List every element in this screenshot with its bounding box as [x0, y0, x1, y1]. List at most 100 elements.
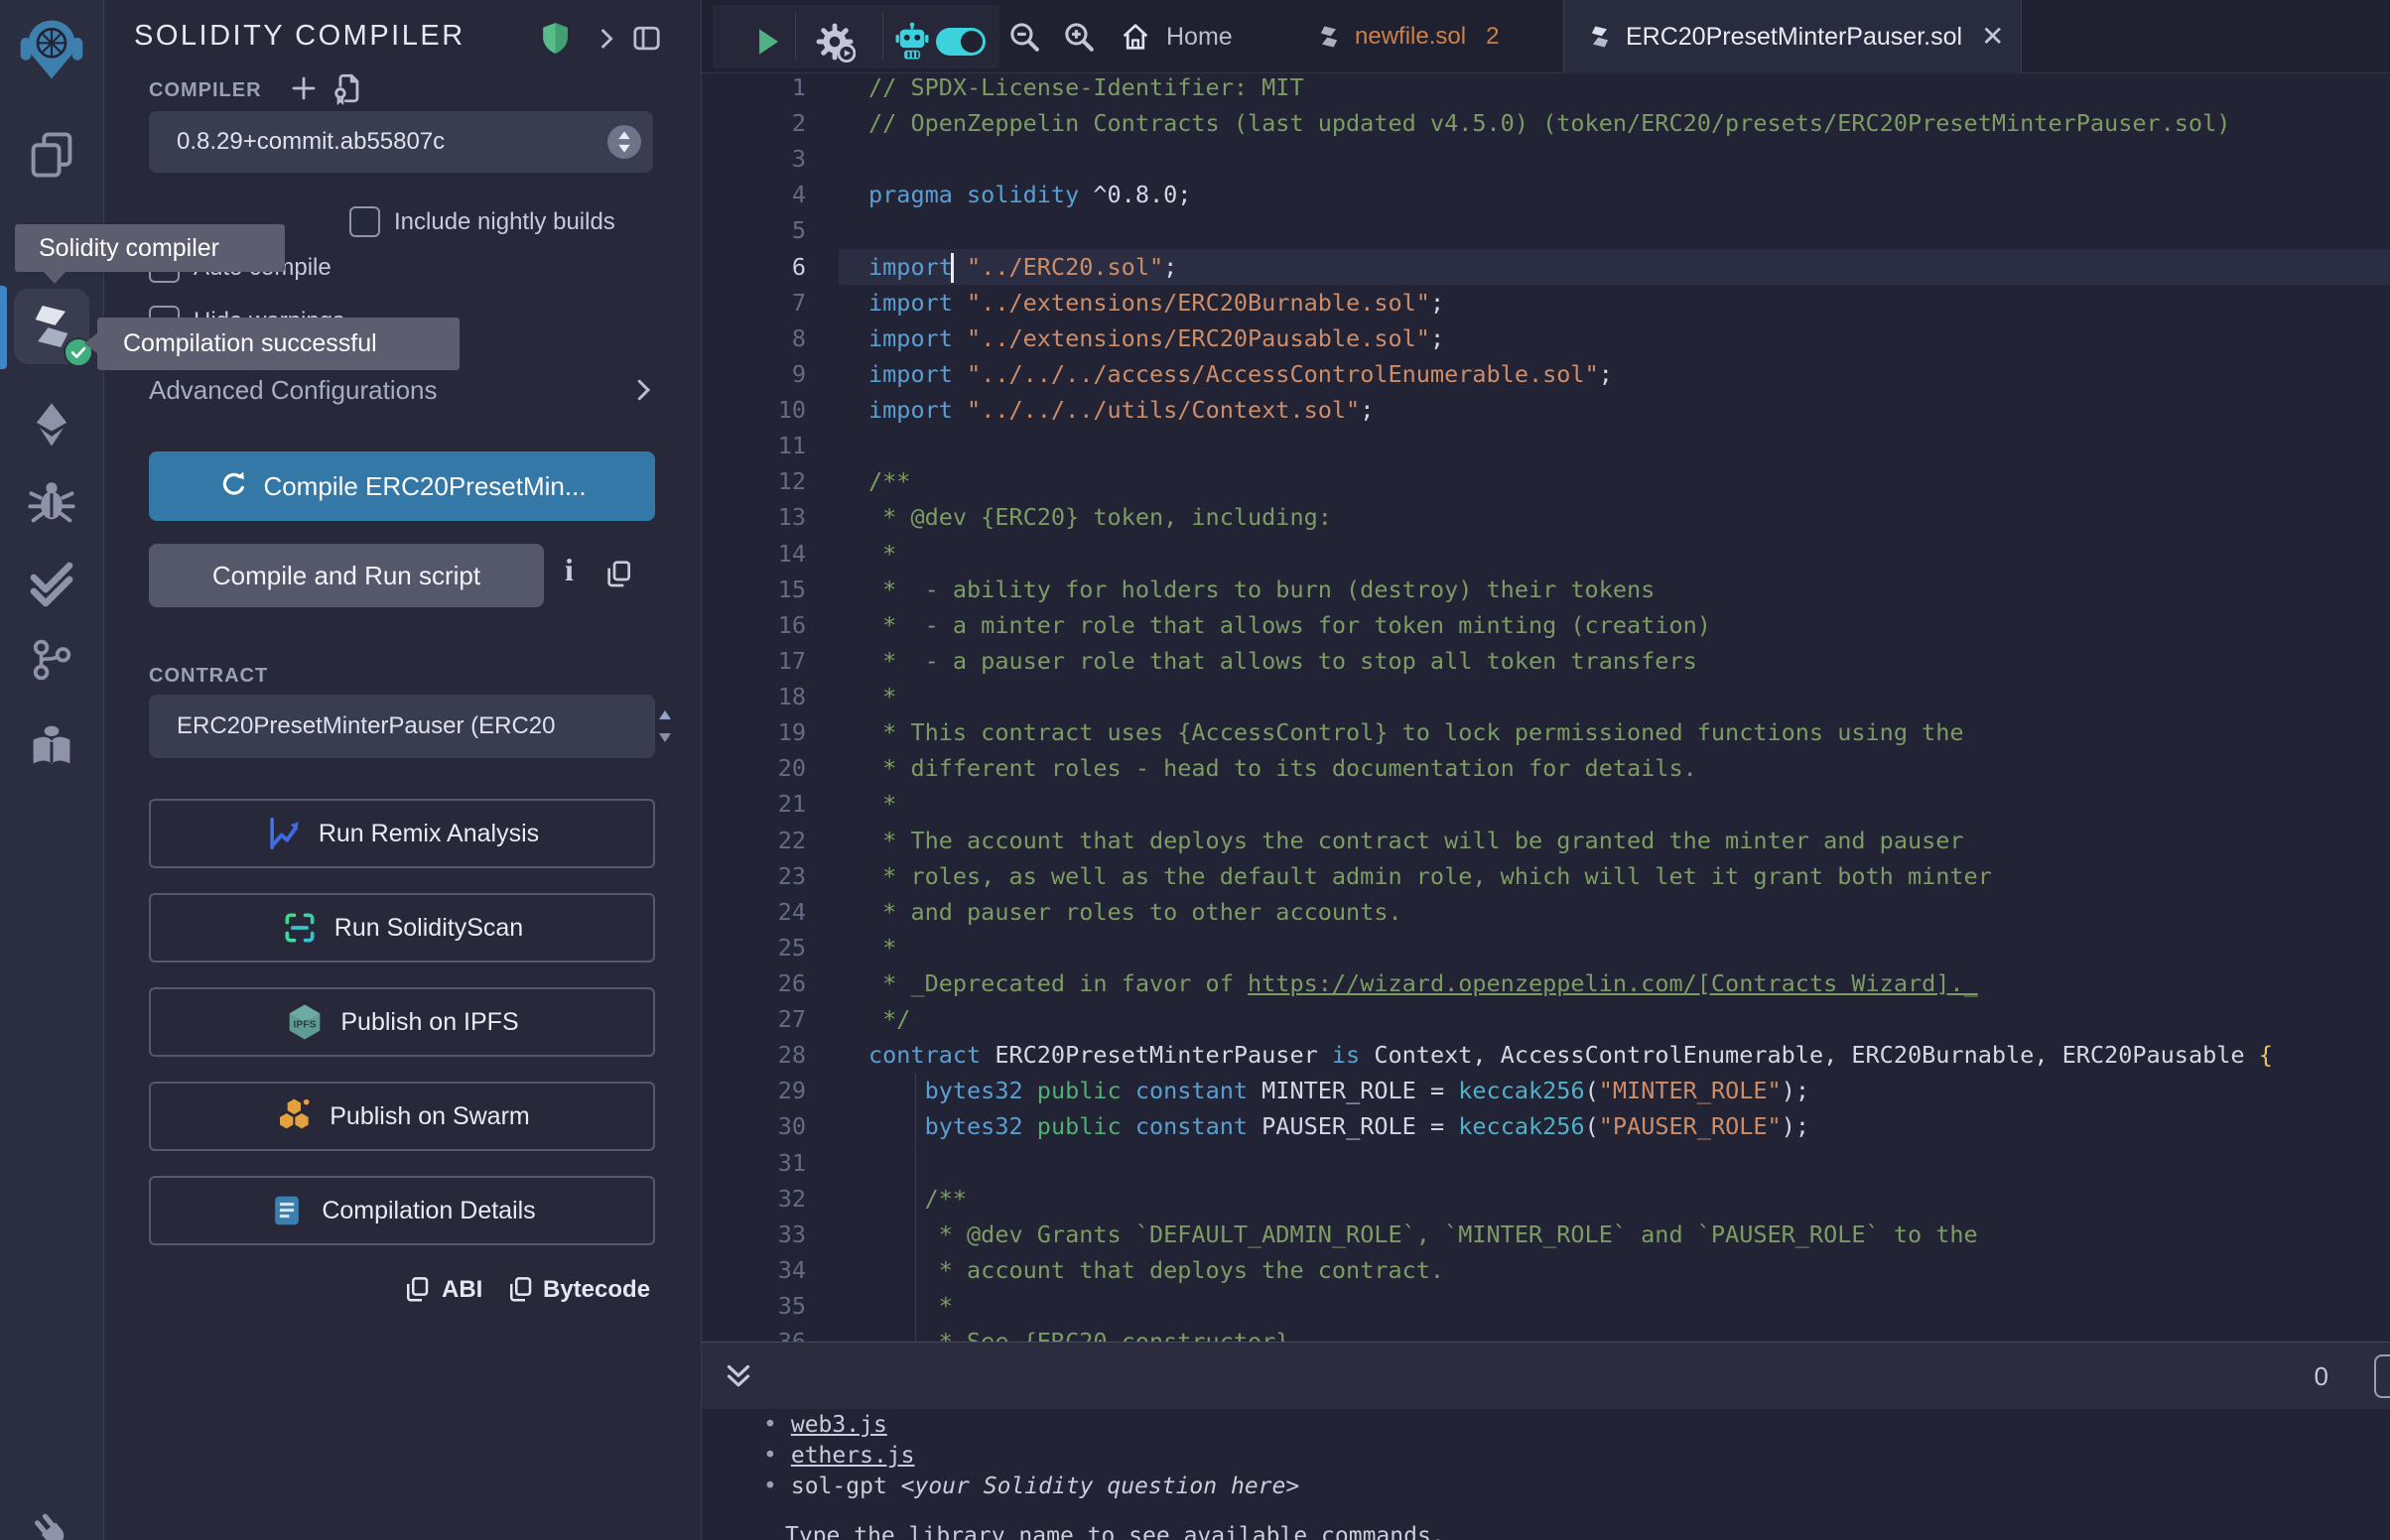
code-line-36[interactable]: 36 * See {ERC20-constructor}.	[702, 1324, 2390, 1342]
line-number[interactable]: 4	[702, 177, 806, 212]
code-line-9[interactable]: 9import "../../../access/AccessControlEn…	[702, 356, 2390, 392]
compiler-settings-gear-icon[interactable]	[814, 21, 856, 67]
debugger-icon[interactable]	[26, 476, 77, 528]
code-line-32[interactable]: 32 /**	[702, 1181, 2390, 1217]
line-number[interactable]: 12	[702, 463, 806, 499]
line-number[interactable]: 21	[702, 786, 806, 822]
line-number[interactable]: 3	[702, 141, 806, 177]
code-line-31[interactable]: 31	[702, 1145, 2390, 1181]
deploy-and-run-icon[interactable]	[26, 399, 77, 450]
line-number[interactable]: 24	[702, 894, 806, 930]
line-number[interactable]: 15	[702, 572, 806, 607]
code-line-3[interactable]: 3	[702, 141, 2390, 177]
file-explorer-icon[interactable]	[26, 129, 77, 181]
abi-button[interactable]: ABI	[442, 1276, 482, 1304]
ai-copilot-toggle[interactable]	[936, 28, 986, 56]
remix-logo-icon[interactable]	[20, 18, 83, 89]
ethersjs-link[interactable]: ethers.js	[791, 1443, 915, 1469]
compile-button[interactable]: Compile ERC20PresetMin...	[149, 451, 655, 521]
line-number[interactable]: 5	[702, 212, 806, 248]
line-number[interactable]: 32	[702, 1181, 806, 1217]
static-analysis-icon[interactable]	[26, 558, 77, 609]
include-nightly-checkbox[interactable]	[349, 206, 380, 237]
pin-panel-icon[interactable]	[630, 22, 663, 60]
code-line-2[interactable]: 2// OpenZeppelin Contracts (last updated…	[702, 105, 2390, 141]
contract-select[interactable]: ERC20PresetMinterPauser (ERC20	[149, 695, 655, 758]
code-line-35[interactable]: 35 *	[702, 1288, 2390, 1324]
compiler-version-select[interactable]: 0.8.29+commit.ab55807c	[149, 111, 653, 173]
bytecode-button[interactable]: Bytecode	[543, 1276, 650, 1304]
line-number[interactable]: 17	[702, 643, 806, 679]
copy-abi-icon[interactable]	[402, 1274, 432, 1309]
tab-home[interactable]: Home	[1119, 0, 1233, 73]
web3js-link[interactable]: web3.js	[791, 1412, 887, 1438]
code-line-17[interactable]: 17 * - a pauser role that allows to stop…	[702, 643, 2390, 679]
line-number[interactable]: 25	[702, 930, 806, 965]
compile-and-run-button[interactable]: Compile and Run script	[149, 544, 544, 607]
code-line-20[interactable]: 20 * different roles - head to its docum…	[702, 750, 2390, 786]
code-line-25[interactable]: 25 *	[702, 930, 2390, 965]
terminal-corner-control[interactable]	[2374, 1354, 2390, 1398]
line-number[interactable]: 10	[702, 392, 806, 428]
code-line-23[interactable]: 23 * roles, as well as the default admin…	[702, 858, 2390, 894]
code-line-12[interactable]: 12/**	[702, 463, 2390, 499]
line-number[interactable]: 13	[702, 499, 806, 535]
learneth-icon[interactable]	[26, 720, 77, 772]
ai-robot-icon[interactable]	[891, 21, 933, 67]
line-number[interactable]: 9	[702, 356, 806, 392]
code-line-1[interactable]: 1// SPDX-License-Identifier: MIT	[702, 69, 2390, 105]
line-number[interactable]: 36	[702, 1324, 806, 1342]
expand-terminal-icon[interactable]	[724, 1362, 753, 1395]
code-area[interactable]: 1// SPDX-License-Identifier: MIT2// Open…	[702, 0, 2390, 1342]
line-number[interactable]: 20	[702, 750, 806, 786]
line-number[interactable]: 33	[702, 1217, 806, 1252]
publish-on-swarm-button[interactable]: Publish on Swarm	[149, 1082, 655, 1151]
advanced-chevron-icon[interactable]	[628, 375, 658, 410]
copy-script-icon[interactable]	[602, 558, 634, 594]
code-line-13[interactable]: 13 * @dev {ERC20} token, including:	[702, 499, 2390, 535]
line-number[interactable]: 18	[702, 679, 806, 714]
code-line-30[interactable]: 30 bytes32 public constant PAUSER_ROLE =…	[702, 1108, 2390, 1144]
code-line-22[interactable]: 22 * The account that deploys the contra…	[702, 823, 2390, 858]
shield-icon[interactable]	[537, 20, 574, 62]
add-compiler-icon[interactable]	[289, 73, 319, 108]
chevron-right-icon[interactable]	[593, 25, 620, 58]
compiler-license-icon[interactable]	[331, 71, 364, 110]
line-number[interactable]: 19	[702, 714, 806, 750]
code-line-26[interactable]: 26 * _Deprecated in favor of https://wiz…	[702, 965, 2390, 1001]
close-tab-icon[interactable]: ✕	[1981, 0, 2004, 73]
line-number[interactable]: 23	[702, 858, 806, 894]
line-number[interactable]: 7	[702, 285, 806, 321]
info-icon[interactable]: i	[565, 552, 574, 588]
code-line-24[interactable]: 24 * and pauser roles to other accounts.	[702, 894, 2390, 930]
code-line-33[interactable]: 33 * @dev Grants `DEFAULT_ADMIN_ROLE`, `…	[702, 1217, 2390, 1252]
compilation-details-button[interactable]: Compilation Details	[149, 1176, 655, 1245]
line-number[interactable]: 29	[702, 1073, 806, 1108]
line-number[interactable]: 26	[702, 965, 806, 1001]
code-line-4[interactable]: 4pragma solidity ^0.8.0;	[702, 177, 2390, 212]
line-number[interactable]: 8	[702, 321, 806, 356]
code-line-7[interactable]: 7import "../extensions/ERC20Burnable.sol…	[702, 285, 2390, 321]
code-line-15[interactable]: 15 * - ability for holders to burn (dest…	[702, 572, 2390, 607]
code-line-5[interactable]: 5	[702, 212, 2390, 248]
tab-erc20presetminterpauser[interactable]: ERC20PresetMinterPauser.sol ✕	[1563, 0, 2022, 73]
line-number[interactable]: 6	[702, 249, 806, 285]
code-line-34[interactable]: 34 * account that deploys the contract.	[702, 1252, 2390, 1288]
code-line-18[interactable]: 18 *	[702, 679, 2390, 714]
run-remix-analysis-button[interactable]: Run Remix Analysis	[149, 799, 655, 868]
code-line-16[interactable]: 16 * - a minter role that allows for tok…	[702, 607, 2390, 643]
line-number[interactable]: 11	[702, 428, 806, 463]
version-spinner-icon[interactable]	[607, 125, 641, 159]
code-line-10[interactable]: 10import "../../../utils/Context.sol";	[702, 392, 2390, 428]
code-line-8[interactable]: 8import "../extensions/ERC20Pausable.sol…	[702, 321, 2390, 356]
git-icon[interactable]	[27, 635, 76, 685]
code-line-27[interactable]: 27 */	[702, 1001, 2390, 1037]
advanced-configurations-toggle[interactable]: Advanced Configurations	[149, 375, 438, 406]
run-solidityscan-button[interactable]: Run SolidityScan	[149, 893, 655, 962]
line-number[interactable]: 22	[702, 823, 806, 858]
publish-on-ipfs-button[interactable]: IPFS Publish on IPFS	[149, 987, 655, 1057]
line-number[interactable]: 31	[702, 1145, 806, 1181]
zoom-out-icon[interactable]	[1006, 19, 1043, 61]
code-line-14[interactable]: 14 *	[702, 536, 2390, 572]
line-number[interactable]: 14	[702, 536, 806, 572]
